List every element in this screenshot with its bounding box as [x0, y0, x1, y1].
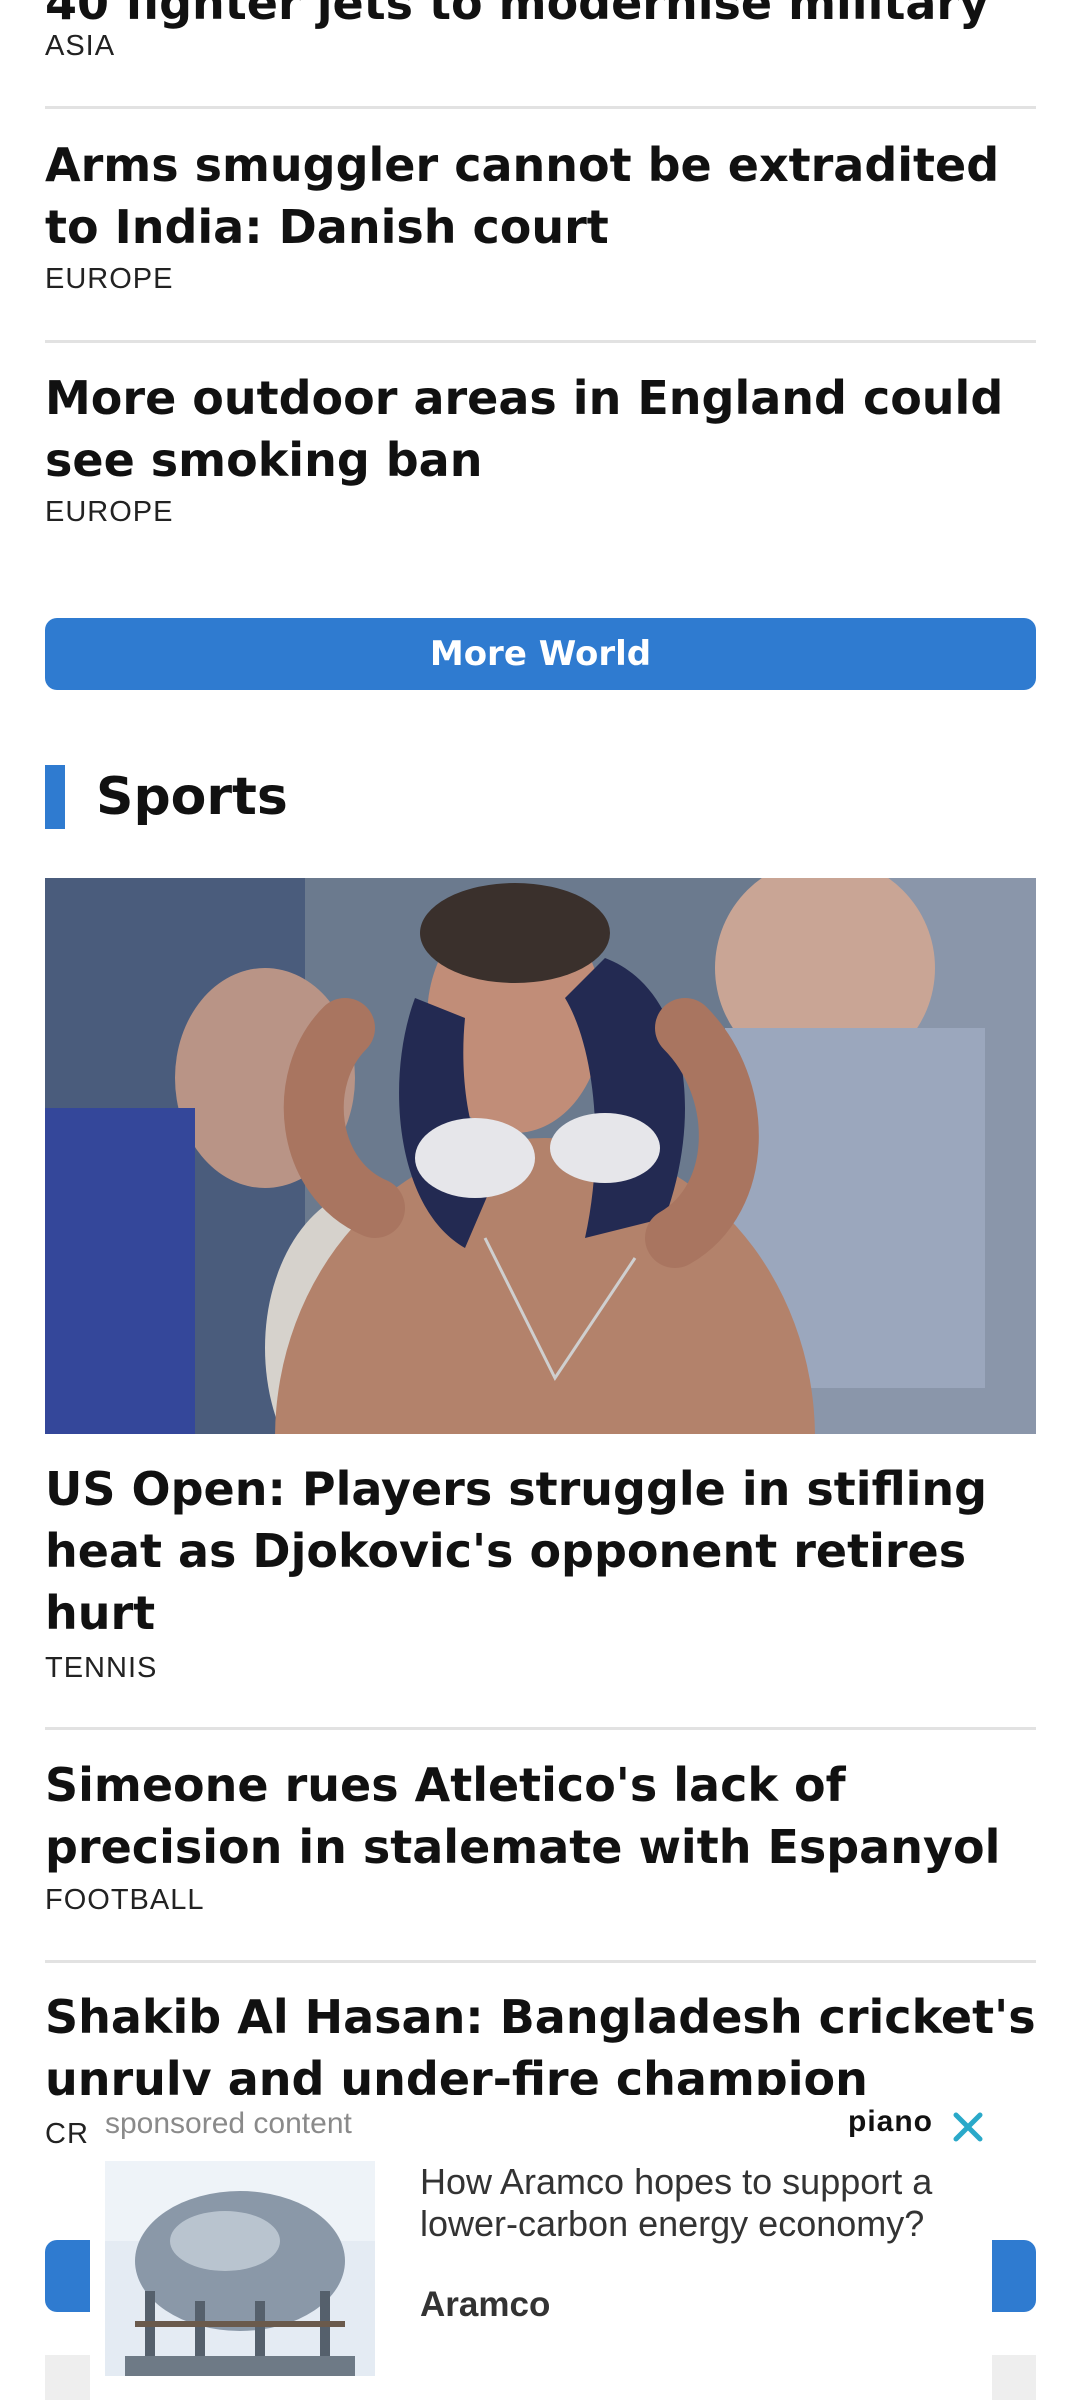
article-category: CR: [45, 2118, 89, 2150]
more-sports-button[interactable]: [45, 2240, 95, 2312]
section-accent-bar: [45, 765, 65, 829]
photo-tennis-player-towel-icon: [45, 878, 1036, 1434]
article-category: EUROPE: [45, 496, 174, 528]
divider: [45, 340, 1036, 343]
ad-headline[interactable]: How Aramco hopes to support a lower-carb…: [420, 2161, 980, 2245]
next-block: [45, 2355, 95, 2400]
next-block: [990, 2355, 1036, 2400]
divider: [45, 1960, 1036, 1963]
article-headline[interactable]: 40 fighter jets to modernise military: [45, 0, 1036, 34]
article-headline[interactable]: More outdoor areas in England could see …: [45, 367, 1036, 491]
more-world-button[interactable]: More World: [45, 618, 1036, 690]
ad-sponsor: Aramco: [420, 2285, 551, 2324]
more-sports-button[interactable]: [990, 2240, 1036, 2312]
article-category: FOOTBALL: [45, 1884, 205, 1916]
article-category: ASIA: [45, 30, 116, 62]
section-title: Sports: [96, 767, 288, 827]
article-category: EUROPE: [45, 263, 174, 295]
article-category: TENNIS: [45, 1652, 158, 1684]
article-headline[interactable]: US Open: Players struggle in stifling he…: [45, 1458, 1036, 1644]
lead-article-image[interactable]: [45, 878, 1036, 1434]
divider: [45, 106, 1036, 109]
close-icon[interactable]: [948, 2107, 988, 2147]
article-headline[interactable]: Arms smuggler cannot be extradited to In…: [45, 134, 1036, 258]
sponsored-ad[interactable]: sponsored content piano How Aramco hopes…: [90, 2095, 992, 2400]
ad-image[interactable]: [105, 2161, 375, 2376]
divider: [45, 1727, 1036, 1730]
article-headline[interactable]: Simeone rues Atletico's lack of precisio…: [45, 1754, 1036, 1878]
article-headline[interactable]: Shakib Al Hasan: Bangladesh cricket's un…: [45, 1986, 1036, 2110]
ad-provider-logo: piano: [848, 2105, 933, 2138]
ad-label: sponsored content: [105, 2107, 352, 2140]
